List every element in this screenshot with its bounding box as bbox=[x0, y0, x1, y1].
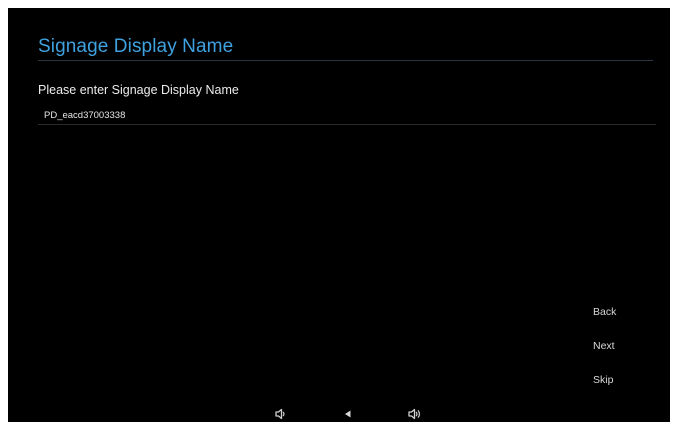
volume-down-button[interactable] bbox=[272, 406, 292, 422]
nav-back-button[interactable] bbox=[338, 406, 358, 422]
volume-up-icon bbox=[406, 406, 426, 422]
back-triangle-icon bbox=[338, 406, 358, 422]
name-prompt-label: Please enter Signage Display Name bbox=[38, 83, 239, 97]
back-button[interactable]: Back bbox=[588, 303, 643, 321]
display-name-input[interactable] bbox=[38, 106, 656, 125]
next-button[interactable]: Next bbox=[588, 337, 643, 355]
volume-down-icon bbox=[272, 406, 292, 422]
setup-screen: Signage Display Name Please enter Signag… bbox=[8, 8, 670, 422]
page-title: Signage Display Name bbox=[38, 36, 234, 57]
system-navigation-bar bbox=[8, 406, 670, 422]
title-divider bbox=[38, 60, 653, 61]
volume-up-button[interactable] bbox=[406, 406, 426, 422]
skip-button[interactable]: Skip bbox=[588, 371, 643, 389]
